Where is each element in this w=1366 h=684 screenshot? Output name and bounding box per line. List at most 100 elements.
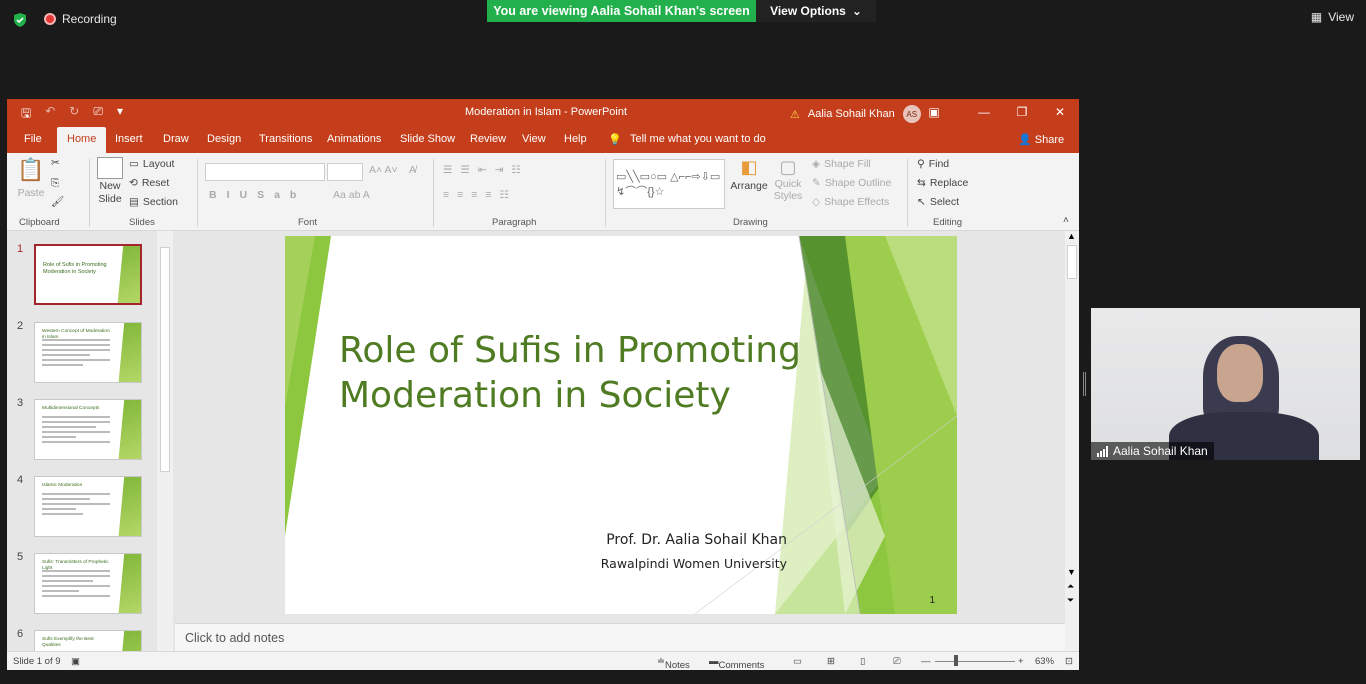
clear-format-icon[interactable]: A̸ [409,164,416,176]
shape-effects-button[interactable]: ◇ Shape Effects [812,196,889,208]
prev-slide-icon[interactable]: ⏶ [1067,581,1074,592]
layout-label: Layout [142,158,175,170]
notes-button[interactable]: ≐ Notes [657,656,690,670]
tab-design[interactable]: Design [207,133,241,145]
slide-title[interactable]: Role of Sufis in Promoting Moderation in… [339,328,809,419]
find-button[interactable]: ⚲ Find [917,158,949,170]
font-size-combo[interactable] [327,163,363,181]
redo-icon[interactable]: ↻ [69,104,79,125]
ribbon-home: 📋 Paste ✂ ⎘ 🖌 Clipboard New Slide ▭ Layou… [7,153,1079,231]
thumbnail-slide-5[interactable]: Sufis: Transmitters of Prophetic Light [34,553,142,614]
search-icon: ⚲ [917,158,925,170]
next-slide-icon[interactable]: ⏷ [1067,595,1074,606]
user-name[interactable]: Aalia Sohail Khan [808,108,895,120]
clipboard-group-label: Clipboard [19,217,60,228]
zoom-out-icon[interactable]: — [921,656,931,667]
scroll-down-icon[interactable]: ▼ [1067,567,1076,577]
tab-transitions[interactable]: Transitions [259,133,312,145]
scroll-thumb[interactable] [160,247,170,472]
tell-me-search[interactable]: Tell me what you want to do [630,133,766,145]
new-slide-label-2: Slide [98,193,122,205]
scroll-thumb[interactable] [1067,245,1077,279]
tab-help[interactable]: Help [564,133,587,145]
view-button[interactable]: ▦ View [1311,10,1354,24]
thumbnail-slide-2[interactable]: Western Concept of Moderation in Islam [34,322,142,383]
share-button[interactable]: 👤 Share [1018,133,1064,146]
participant-video[interactable]: Aalia Sohail Khan [1091,308,1360,460]
minimize-icon[interactable]: — [965,99,1003,125]
thumbnail-slide-1[interactable]: Role of Sufis in Promoting Moderation in… [34,244,142,305]
align-icons[interactable]: ≡≡≡≡☷ [443,189,517,201]
tab-animations[interactable]: Animations [327,133,381,145]
tab-file[interactable]: File [24,133,42,145]
slide-scrollbar[interactable]: ▲ ▼ ⏶ ⏷ [1065,231,1079,651]
thumbnails-scrollbar[interactable] [157,231,173,651]
close-icon[interactable]: ✕ [1041,99,1079,125]
scroll-up-icon[interactable]: ▲ [1067,231,1076,241]
panel-resize-handle[interactable] [1083,372,1086,396]
cursor-icon: ↖ [917,196,926,208]
normal-view-icon[interactable]: ▭ [793,656,802,667]
reading-view-icon[interactable]: ▯ [860,656,865,667]
replace-button[interactable]: ⇆ Replace [917,177,968,189]
reset-button[interactable]: ⟲ Reset [129,177,169,189]
zoom-slider[interactable] [935,661,1015,662]
tab-draw[interactable]: Draw [163,133,189,145]
present-icon[interactable]: ⎚ [93,104,103,125]
tab-home[interactable]: Home [57,127,107,153]
slide-sorter-icon[interactable]: ⊞ [827,656,835,667]
shape-fill-button[interactable]: ◈ Shape Fill [812,158,871,170]
quick-styles-button[interactable]: ▢ Quick Styles [771,157,805,202]
slide-institution: Rawalpindi Women University [600,556,787,571]
slide-1[interactable]: Role of Sufis in Promoting Moderation in… [285,236,957,614]
zoom-in-icon[interactable]: + [1018,656,1024,667]
layout-button[interactable]: ▭ Layout [129,158,174,170]
ribbon-tabs: File Home Insert Draw Design Transitions… [7,125,1079,153]
tab-review[interactable]: Review [470,133,506,145]
section-button[interactable]: ▤ Section [129,196,178,208]
grid-icon: ▦ [1310,10,1323,24]
font-style-icons[interactable]: BIUSab [209,189,306,201]
list-icons[interactable]: ☰☰⇤⇥☷ [443,164,529,176]
accessibility-icon[interactable]: ▣ [71,656,80,667]
ribbon-display-icon[interactable]: ▣ [915,99,953,125]
arrange-button[interactable]: ◧ Arrange [730,157,767,192]
slide-canvas: Role of Sufis in Promoting Moderation in… [175,231,1065,623]
tab-view[interactable]: View [522,133,546,145]
shapes-gallery[interactable]: ▭╲╲▭○▭ △⌐⌐⇨⇩▭ ↯⌒⌒{}☆ [613,159,725,209]
notes-pane[interactable]: Click to add notes [175,623,1065,651]
shape-effects-label: Shape Effects [824,196,890,208]
paste-button[interactable]: 📋 Paste [17,157,45,199]
slide-subtitle[interactable]: Prof. Dr. Aalia Sohail Khan Rawalpindi W… [601,532,787,571]
save-icon[interactable]: 🖫 [21,104,31,125]
font-family-combo[interactable] [205,163,325,181]
grow-font-icon[interactable]: A˄ A˅ [369,164,398,176]
fit-to-window-icon[interactable]: ⊡ [1065,656,1073,667]
customize-toolbar-icon[interactable]: ▾ [117,104,123,125]
restore-icon[interactable]: ❐ [1003,99,1041,125]
comments-button[interactable]: ▬ Comments [709,656,764,670]
slideshow-icon[interactable]: ⎚ [893,656,901,667]
shield-icon[interactable] [12,12,28,28]
tab-insert[interactable]: Insert [115,133,143,145]
cut-icon[interactable]: ✂ [51,157,60,169]
undo-icon[interactable]: ↶ [45,104,55,125]
format-painter-icon[interactable]: 🖌 [51,195,64,208]
tab-slide-show[interactable]: Slide Show [400,133,455,145]
view-options-label: View Options [770,4,846,18]
recording-indicator[interactable]: Recording [44,12,117,26]
copy-icon[interactable]: ⎘ [51,177,59,190]
slide-number: 1 [929,595,935,606]
thumbnail-slide-4[interactable]: Islamic Moderation [34,476,142,537]
case-icon[interactable]: Aa ab A [333,189,370,201]
new-slide-button[interactable]: New Slide [95,157,125,205]
select-button[interactable]: ↖ Select [917,196,959,208]
slide-title-line-2: Moderation in Society [339,375,731,417]
collapse-ribbon-icon[interactable]: ˄ [1063,215,1069,226]
zoom-level[interactable]: 63% [1035,656,1054,667]
zoom-slider-handle[interactable] [954,655,958,666]
view-options-button[interactable]: View Options ⌄ [756,0,876,22]
thumbnail-slide-3[interactable]: Multidimensional Concepts [34,399,142,460]
shape-outline-label: Shape Outline [824,177,892,189]
shape-outline-button[interactable]: ✎ Shape Outline [812,177,891,189]
